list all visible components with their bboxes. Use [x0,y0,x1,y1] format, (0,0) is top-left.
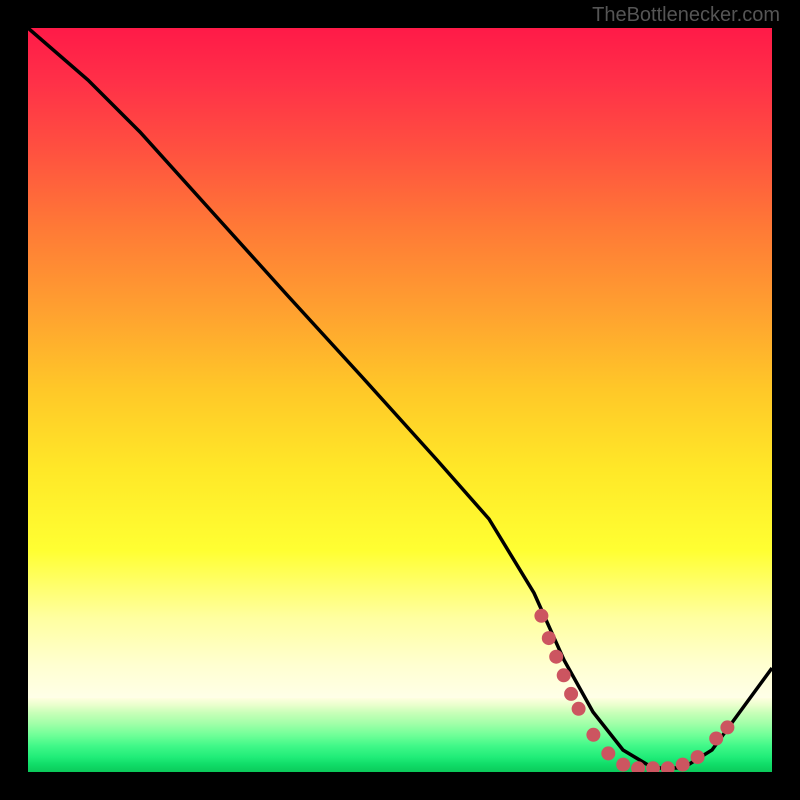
chart-area [28,28,772,772]
green-zone [28,698,772,772]
chart-background [28,28,772,772]
watermark-text: TheBottlenecker.com [592,4,780,27]
gradient-heatmap [28,28,772,698]
